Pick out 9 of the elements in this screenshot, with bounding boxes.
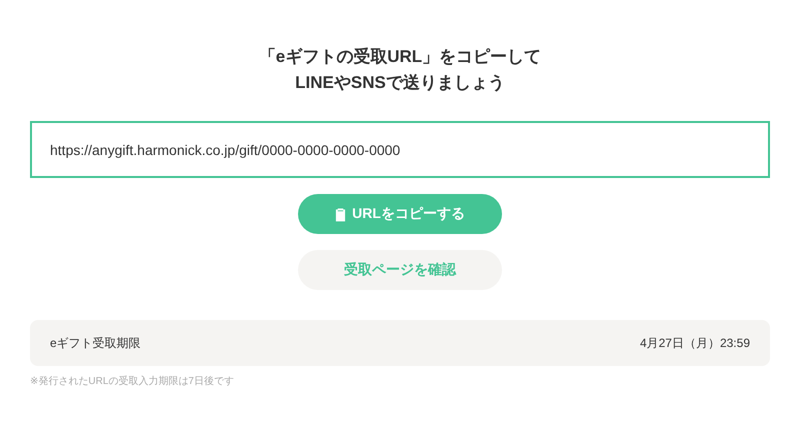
url-field[interactable]: https://anygift.harmonick.co.jp/gift/0000-0000-0000-0000 xyxy=(30,121,770,178)
deadline-label: eギフト受取期限 xyxy=(50,334,141,352)
clipboard-icon xyxy=(335,206,346,222)
deadline-value: 4月27日（月）23:59 xyxy=(640,334,750,352)
confirm-page-button[interactable]: 受取ページを確認 xyxy=(298,250,502,290)
note-text: ※発行されたURLの受取入力期限は7日後です xyxy=(30,374,234,388)
heading-text: 「eギフトの受取URL」をコピーして xyxy=(258,46,542,68)
copy-button[interactable]: URLをコピーする xyxy=(298,194,502,234)
heading-text: LINEやSNSで送りましょう xyxy=(295,72,505,94)
